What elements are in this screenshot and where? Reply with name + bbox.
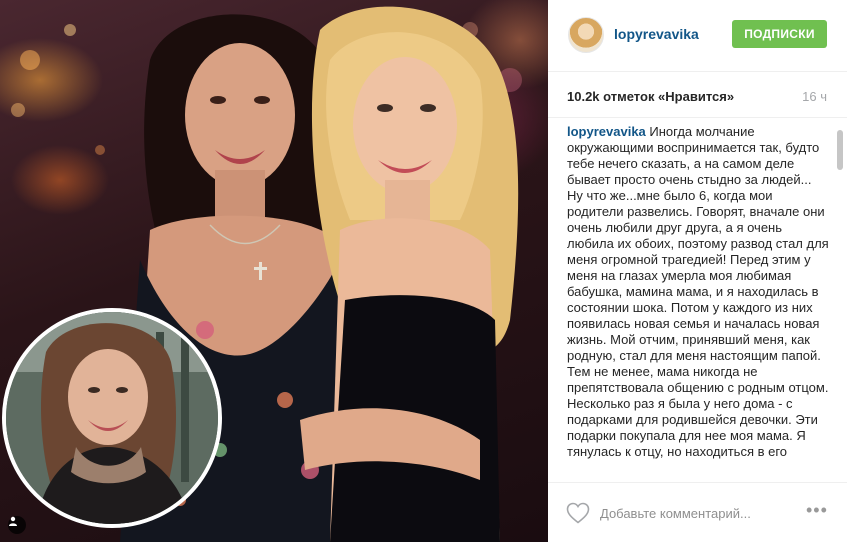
username-link[interactable]: lopyrevavika [614,26,699,42]
heart-icon[interactable] [566,502,590,524]
comment-input[interactable] [600,503,800,523]
follow-button[interactable]: ПОДПИСКИ [732,20,827,48]
post-timestamp[interactable]: 16 ч [802,89,827,104]
avatar[interactable] [568,17,604,53]
post-stats: 10.2k отметок «Нравится» 16 ч [548,72,847,118]
post-side-panel: lopyrevavika ПОДПИСКИ 10.2k отметок «Нра… [548,0,847,542]
likes-count[interactable]: 10.2k отметок «Нравится» [567,89,734,104]
scrollbar-thumb[interactable] [837,130,843,170]
inset-illustration [6,312,218,524]
more-options-icon[interactable]: ••• [806,501,828,519]
caption-scrollbar[interactable] [837,122,843,478]
caption: lopyrevavika Иногда молчание окружающими… [567,124,829,460]
post-photo[interactable] [0,0,548,542]
user-tag-icon[interactable] [8,516,26,534]
inset-portrait [2,308,222,528]
caption-username-link[interactable]: lopyrevavika [567,124,646,139]
post-header: lopyrevavika ПОДПИСКИ [548,0,847,72]
comment-bar: ••• [548,482,847,542]
caption-text: Иногда молчание окружающими воспринимает… [567,124,829,459]
caption-scroll-area[interactable]: lopyrevavika Иногда молчание окружающими… [548,118,847,482]
